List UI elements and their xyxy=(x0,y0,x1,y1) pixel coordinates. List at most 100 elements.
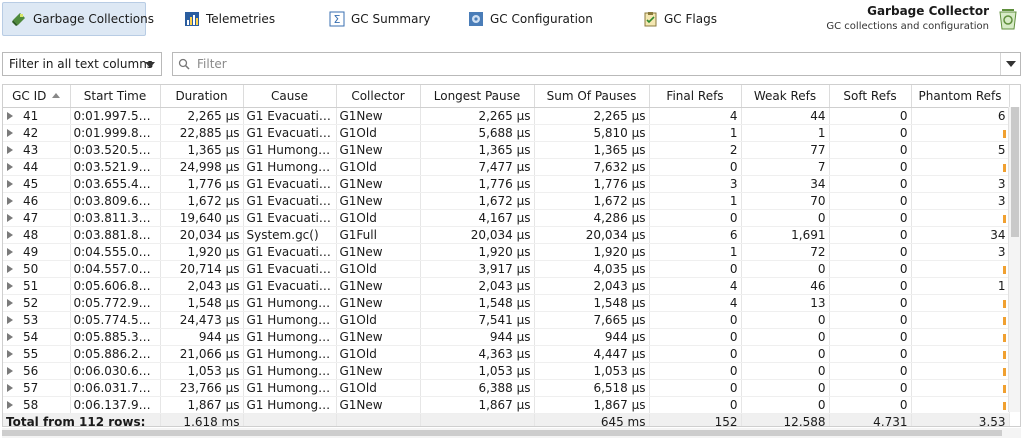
table-row[interactable]: 580:06.137.906 [J...1,867 μsG1 Humongou.… xyxy=(3,396,1010,414)
truncated-value-marker xyxy=(1002,265,1006,274)
truncated-value-marker xyxy=(1002,333,1006,342)
table-row[interactable]: 480:03.881.874 [J...20,034 μsSystem.gc()… xyxy=(3,226,1010,244)
search-icon xyxy=(178,58,190,70)
truncated-value-marker xyxy=(1002,129,1006,138)
expand-row-icon[interactable] xyxy=(7,196,13,205)
table-row[interactable]: 530:05.774.563 [J...24,473 μsG1 Humongou… xyxy=(3,311,1010,329)
column-header-cause[interactable]: Cause xyxy=(243,85,337,108)
tab-gc-summary[interactable]: Σ GC Summary xyxy=(321,2,438,36)
cell-collector: G1Full xyxy=(336,226,421,244)
table-row[interactable]: 550:05.886.278 [J...21,066 μsG1 Humongou… xyxy=(3,345,1010,363)
cell-start-time: 0:03.521.951 [J... xyxy=(70,158,161,176)
view-header: Garbage Collector GC collections and con… xyxy=(826,4,989,32)
cell-collector: G1New xyxy=(336,362,421,380)
expand-row-icon[interactable] xyxy=(7,162,13,171)
truncated-value-marker xyxy=(1002,214,1006,223)
cell-weak-refs: 13 xyxy=(741,294,830,312)
expand-row-icon[interactable] xyxy=(7,179,13,188)
cell-sum-of-pauses: 4,035 μs xyxy=(534,260,650,278)
cell-cause: G1 Humongou... xyxy=(243,345,337,363)
table-row[interactable]: 440:03.521.951 [J...24,998 μsG1 Humongou… xyxy=(3,158,1010,176)
horizontal-scrollbar[interactable] xyxy=(2,428,1021,438)
column-header-soft-refs[interactable]: Soft Refs xyxy=(829,85,912,108)
cell-phantom-refs: 34 xyxy=(911,226,1010,244)
table-row[interactable]: 420:01.999.852 [J...22,885 μsG1 Evacuati… xyxy=(3,124,1010,142)
filter-input[interactable]: Filter xyxy=(172,52,1021,76)
column-header-gc-id[interactable]: GC ID xyxy=(3,85,71,108)
cell-weak-refs: 7 xyxy=(741,158,830,176)
column-header-collector[interactable]: Collector xyxy=(336,85,421,108)
cell-phantom-refs: 6 xyxy=(911,107,1010,125)
expand-row-icon[interactable] xyxy=(7,213,13,222)
cell-final-refs: 2 xyxy=(649,141,742,159)
cell-longest-pause: 7,541 μs xyxy=(420,311,535,329)
table-row[interactable]: 570:06.031.711 [J...23,766 μsG1 Humongou… xyxy=(3,379,1010,397)
cell-sum-of-pauses: 7,632 μs xyxy=(534,158,650,176)
cell-sum-of-pauses: 944 μs xyxy=(534,328,650,346)
cell-sum-of-pauses: 2,265 μs xyxy=(534,107,650,125)
cell-final-refs: 0 xyxy=(649,362,742,380)
vertical-scrollbar[interactable] xyxy=(1008,107,1020,412)
column-header-weak-refs[interactable]: Weak Refs xyxy=(741,85,830,108)
expand-row-icon[interactable] xyxy=(7,383,13,392)
expand-row-icon[interactable] xyxy=(7,145,13,154)
cell-duration: 2,265 μs xyxy=(160,107,244,125)
cell-weak-refs: 1 xyxy=(741,124,830,142)
filter-history-dropdown[interactable] xyxy=(1000,53,1020,75)
horizontal-scrollbar-thumb[interactable] xyxy=(2,430,1002,436)
tab-garbage-collections[interactable]: Garbage Collections xyxy=(2,2,154,36)
cell-cause: G1 Evacuation ... xyxy=(243,124,337,142)
table-row[interactable]: 410:01.997.517 [J...2,265 μsG1 Evacuatio… xyxy=(3,107,1010,125)
expand-row-icon[interactable] xyxy=(7,128,13,137)
tab-gc-flags[interactable]: GC Flags xyxy=(634,2,725,36)
expand-row-icon[interactable] xyxy=(7,332,13,341)
table-row[interactable]: 470:03.811.333 [J...19,640 μsG1 Evacuati… xyxy=(3,209,1010,227)
gc-table: GC ID Start Time Duration Cause Collecto… xyxy=(2,84,1021,427)
column-header-sum-of-pauses[interactable]: Sum Of Pauses xyxy=(534,85,650,108)
filter-scope-select[interactable]: Filter in all text columns xyxy=(2,52,162,76)
truncated-value-marker xyxy=(1002,384,1006,393)
cell-cause: G1 Humongou... xyxy=(243,379,337,397)
column-header-longest-pause[interactable]: Longest Pause xyxy=(420,85,535,108)
table-row[interactable]: 520:05.772.998 [J...1,548 μsG1 Humongou.… xyxy=(3,294,1010,312)
table-row[interactable]: 430:03.520.570 [J...1,365 μsG1 Humongou.… xyxy=(3,141,1010,159)
column-header-start-time[interactable]: Start Time xyxy=(70,85,161,108)
tab-gc-configuration[interactable]: GC Configuration xyxy=(460,2,601,36)
cell-longest-pause: 1,053 μs xyxy=(420,362,535,380)
cell-start-time: 0:01.999.852 [J... xyxy=(70,124,161,142)
vertical-scrollbar-thumb[interactable] xyxy=(1011,107,1019,237)
expand-row-icon[interactable] xyxy=(7,281,13,290)
cell-sum-of-pauses: 1,053 μs xyxy=(534,362,650,380)
cell-final-refs: 1 xyxy=(649,124,742,142)
column-header-duration[interactable]: Duration xyxy=(160,85,244,108)
expand-row-icon[interactable] xyxy=(7,230,13,239)
expand-row-icon[interactable] xyxy=(7,349,13,358)
expand-row-icon[interactable] xyxy=(7,400,13,409)
view-toolbar: Garbage Collections Telemetries Σ GC Sum… xyxy=(0,0,1023,40)
column-header-final-refs[interactable]: Final Refs xyxy=(649,85,742,108)
cell-soft-refs: 0 xyxy=(829,107,912,125)
table-row[interactable]: 460:03.809.613 [J...1,672 μsG1 Evacuatio… xyxy=(3,192,1010,210)
table-row[interactable]: 510:05.606.811 [J...2,043 μsG1 Evacuatio… xyxy=(3,277,1010,295)
expand-row-icon[interactable] xyxy=(7,315,13,324)
cell-weak-refs: 70 xyxy=(741,192,830,210)
expand-row-icon[interactable] xyxy=(7,366,13,375)
table-header-row: GC ID Start Time Duration Cause Collecto… xyxy=(3,85,1010,108)
svg-text:Σ: Σ xyxy=(334,13,341,26)
expand-row-icon[interactable] xyxy=(7,298,13,307)
column-header-phantom-refs[interactable]: Phantom Refs xyxy=(911,85,1010,108)
sort-ascending-icon xyxy=(52,92,61,98)
cell-soft-refs: 0 xyxy=(829,141,912,159)
expand-row-icon[interactable] xyxy=(7,264,13,273)
table-row[interactable]: 500:04.557.035 [J...20,714 μsG1 Evacuati… xyxy=(3,260,1010,278)
table-row[interactable]: 540:05.885.318 [J...944 μsG1 Humongou...… xyxy=(3,328,1010,346)
table-row[interactable]: 490:04.555.097 [J...1,920 μsG1 Evacuatio… xyxy=(3,243,1010,261)
cell-sum-of-pauses: 6,518 μs xyxy=(534,379,650,397)
table-row[interactable]: 450:03.655.470 [J...1,776 μsG1 Evacuatio… xyxy=(3,175,1010,193)
expand-row-icon[interactable] xyxy=(7,111,13,120)
expand-row-icon[interactable] xyxy=(7,247,13,256)
table-row[interactable]: 560:06.030.645 [J...1,053 μsG1 Humongou.… xyxy=(3,362,1010,380)
cell-longest-pause: 1,867 μs xyxy=(420,396,535,414)
cell-gc-id: 56 xyxy=(3,362,71,380)
tab-telemetries[interactable]: Telemetries xyxy=(176,2,283,36)
